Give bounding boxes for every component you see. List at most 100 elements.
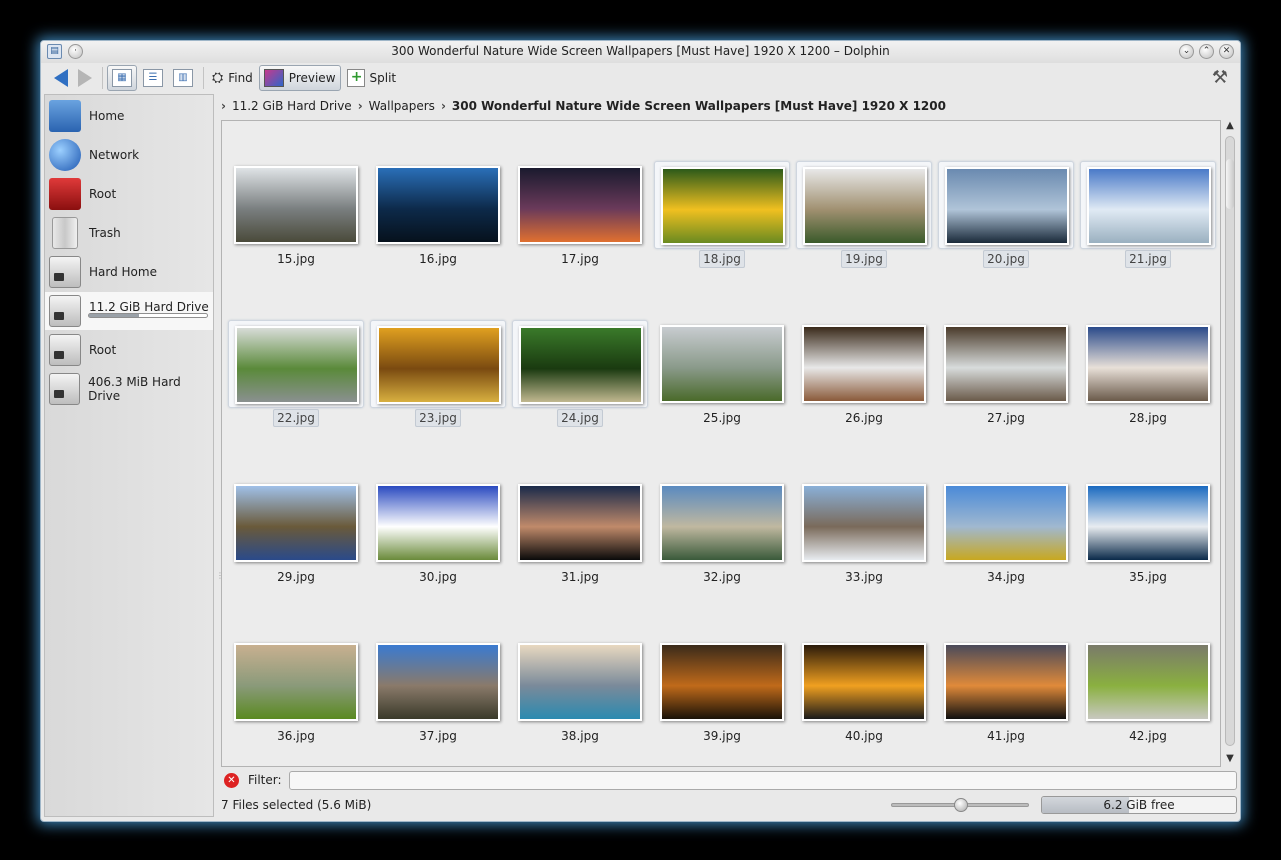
- scroll-handle[interactable]: [1226, 159, 1234, 209]
- file-name[interactable]: 21.jpg: [1080, 250, 1216, 268]
- place-trash[interactable]: Trash: [45, 214, 213, 252]
- file-item[interactable]: 30.jpg: [370, 479, 506, 587]
- file-item[interactable]: 21.jpg: [1080, 161, 1216, 269]
- image-thumbnail[interactable]: [234, 484, 358, 562]
- maximize-button[interactable]: ⌃: [1199, 44, 1214, 59]
- file-name[interactable]: 19.jpg: [796, 250, 932, 268]
- file-item[interactable]: 18.jpg: [654, 161, 790, 269]
- file-item[interactable]: 28.jpg: [1080, 320, 1216, 428]
- file-item[interactable]: 17.jpg: [512, 161, 648, 269]
- file-item[interactable]: 32.jpg: [654, 479, 790, 587]
- image-thumbnail[interactable]: [660, 325, 784, 403]
- image-thumbnail[interactable]: [377, 326, 501, 404]
- file-item[interactable]: 23.jpg: [370, 320, 506, 428]
- breadcrumb-current[interactable]: 300 Wonderful Nature Wide Screen Wallpap…: [452, 99, 946, 113]
- breadcrumb-chevron-icon[interactable]: ›: [441, 99, 446, 113]
- file-name[interactable]: 40.jpg: [796, 729, 932, 743]
- image-thumbnail[interactable]: [376, 166, 500, 244]
- file-item[interactable]: 19.jpg: [796, 161, 932, 269]
- breadcrumb-root-chevron-icon[interactable]: ›: [221, 99, 226, 113]
- file-name[interactable]: 38.jpg: [512, 729, 648, 743]
- file-name[interactable]: 35.jpg: [1080, 570, 1216, 584]
- file-name[interactable]: 30.jpg: [370, 570, 506, 584]
- scroll-down-icon[interactable]: ▼: [1223, 753, 1237, 767]
- file-name[interactable]: 29.jpg: [228, 570, 364, 584]
- image-thumbnail[interactable]: [660, 484, 784, 562]
- image-thumbnail[interactable]: [802, 325, 926, 403]
- file-name[interactable]: 33.jpg: [796, 570, 932, 584]
- file-item[interactable]: 39.jpg: [654, 638, 790, 746]
- image-thumbnail[interactable]: [1086, 325, 1210, 403]
- place-root-drive[interactable]: Root: [45, 331, 213, 369]
- image-thumbnail[interactable]: [944, 325, 1068, 403]
- file-item[interactable]: 22.jpg: [228, 320, 364, 428]
- file-name[interactable]: 18.jpg: [654, 250, 790, 268]
- file-item[interactable]: 35.jpg: [1080, 479, 1216, 587]
- image-thumbnail[interactable]: [944, 484, 1068, 562]
- image-thumbnail[interactable]: [519, 326, 643, 404]
- file-name[interactable]: 26.jpg: [796, 411, 932, 425]
- zoom-slider-handle[interactable]: [954, 798, 968, 812]
- title-bar[interactable]: ▤ · 300 Wonderful Nature Wide Screen Wal…: [41, 41, 1240, 63]
- file-item[interactable]: 25.jpg: [654, 320, 790, 428]
- image-thumbnail[interactable]: [518, 643, 642, 721]
- file-item[interactable]: 29.jpg: [228, 479, 364, 587]
- configure-tools-icon[interactable]: ⚒: [1212, 67, 1228, 88]
- file-view[interactable]: 15.jpg 16.jpg 17.jpg 18.jpg 19.jpg 20.jpg 21.j…: [221, 120, 1221, 767]
- image-thumbnail[interactable]: [518, 484, 642, 562]
- split-button[interactable]: + Split: [343, 65, 401, 91]
- image-thumbnail[interactable]: [376, 484, 500, 562]
- scroll-track[interactable]: [1225, 136, 1235, 746]
- file-name[interactable]: 41.jpg: [938, 729, 1074, 743]
- file-item[interactable]: 20.jpg: [938, 161, 1074, 269]
- image-thumbnail[interactable]: [234, 166, 358, 244]
- image-thumbnail[interactable]: [1086, 643, 1210, 721]
- filter-input[interactable]: [288, 770, 1237, 790]
- file-name[interactable]: 25.jpg: [654, 411, 790, 425]
- file-item[interactable]: 27.jpg: [938, 320, 1074, 428]
- file-name[interactable]: 32.jpg: [654, 570, 790, 584]
- file-item[interactable]: 34.jpg: [938, 479, 1074, 587]
- back-button[interactable]: [47, 65, 72, 91]
- file-name[interactable]: 31.jpg: [512, 570, 648, 584]
- file-item[interactable]: 42.jpg: [1080, 638, 1216, 746]
- zoom-slider[interactable]: [891, 798, 1029, 812]
- image-thumbnail[interactable]: [944, 643, 1068, 721]
- place-406mib-drive[interactable]: 406.3 MiB Hard Drive: [45, 370, 213, 408]
- place-root[interactable]: Root: [45, 175, 213, 213]
- file-item[interactable]: 36.jpg: [228, 638, 364, 746]
- image-thumbnail[interactable]: [661, 167, 785, 245]
- image-thumbnail[interactable]: [802, 484, 926, 562]
- file-name[interactable]: 17.jpg: [512, 252, 648, 266]
- file-item[interactable]: 26.jpg: [796, 320, 932, 428]
- minimize-button[interactable]: ⌄: [1179, 44, 1194, 59]
- file-name[interactable]: 36.jpg: [228, 729, 364, 743]
- image-thumbnail[interactable]: [1087, 167, 1211, 245]
- file-name[interactable]: 23.jpg: [370, 409, 506, 427]
- close-button[interactable]: ✕: [1219, 44, 1234, 59]
- file-item[interactable]: 24.jpg: [512, 320, 648, 428]
- image-thumbnail[interactable]: [235, 326, 359, 404]
- image-thumbnail[interactable]: [945, 167, 1069, 245]
- file-name[interactable]: 24.jpg: [512, 409, 648, 427]
- image-thumbnail[interactable]: [660, 643, 784, 721]
- breadcrumb-item[interactable]: 11.2 GiB Hard Drive: [232, 99, 352, 113]
- file-name[interactable]: 28.jpg: [1080, 411, 1216, 425]
- place-home[interactable]: Home: [45, 97, 213, 135]
- file-name[interactable]: 16.jpg: [370, 252, 506, 266]
- preview-button[interactable]: Preview: [258, 65, 341, 91]
- find-button[interactable]: ⛭ Find: [208, 65, 257, 91]
- file-item[interactable]: 37.jpg: [370, 638, 506, 746]
- image-thumbnail[interactable]: [376, 643, 500, 721]
- file-item[interactable]: 41.jpg: [938, 638, 1074, 746]
- vertical-scrollbar[interactable]: ▲ ▼: [1223, 120, 1237, 767]
- details-view-button[interactable]: ☰: [139, 65, 167, 91]
- file-item[interactable]: 33.jpg: [796, 479, 932, 587]
- place-network[interactable]: Network: [45, 136, 213, 174]
- file-name[interactable]: 15.jpg: [228, 252, 364, 266]
- image-thumbnail[interactable]: [234, 643, 358, 721]
- file-name[interactable]: 42.jpg: [1080, 729, 1216, 743]
- image-thumbnail[interactable]: [1086, 484, 1210, 562]
- file-name[interactable]: 39.jpg: [654, 729, 790, 743]
- image-thumbnail[interactable]: [518, 166, 642, 244]
